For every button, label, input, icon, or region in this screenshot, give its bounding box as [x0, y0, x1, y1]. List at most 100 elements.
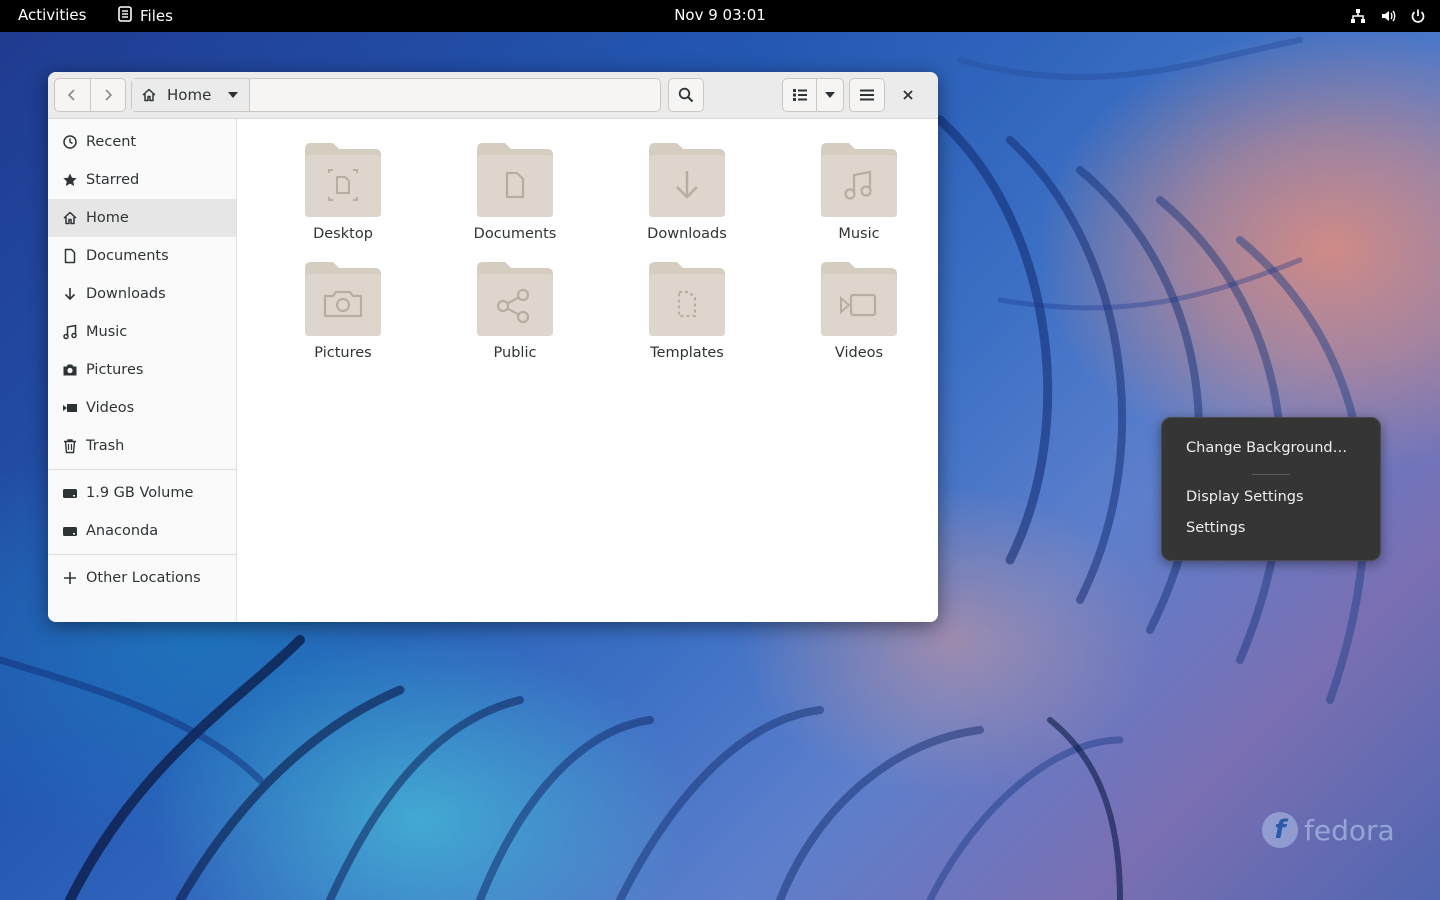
folder-item-pictures[interactable]: Pictures [257, 258, 429, 361]
folder-label: Public [493, 345, 537, 361]
places-sidebar: Recent Starred Home Documents Downloads … [48, 119, 237, 622]
caret-down-icon [228, 92, 238, 98]
documents-folder-icon [477, 143, 553, 217]
sidebar-item-other-locations[interactable]: Other Locations [48, 559, 236, 597]
sidebar-item-label: Recent [86, 134, 137, 150]
menu-item-display-settings[interactable]: Display Settings [1186, 489, 1304, 505]
network-icon[interactable] [1350, 8, 1366, 28]
sidebar-item-music[interactable]: Music [48, 313, 236, 351]
clock-icon [62, 134, 78, 150]
back-button[interactable] [55, 79, 90, 111]
close-icon [903, 90, 913, 100]
drive-icon [62, 485, 78, 501]
path-bar[interactable]: Home [131, 78, 661, 112]
chevron-left-icon [68, 89, 75, 101]
sidebar-item-anaconda[interactable]: Anaconda [48, 512, 236, 550]
star-icon [62, 172, 78, 188]
file-view[interactable]: Desktop Documents Downloads Music Pictur… [237, 119, 938, 622]
folder-label: Downloads [647, 226, 727, 242]
header-bar: Home [48, 72, 938, 119]
caret-down-icon [825, 92, 836, 98]
sidebar-item-downloads[interactable]: Downloads [48, 275, 236, 313]
fedora-logo: f fedora [1262, 812, 1395, 848]
downloads-folder-icon [649, 143, 725, 217]
folder-item-public[interactable]: Public [429, 258, 601, 361]
volume-icon[interactable] [1380, 8, 1396, 28]
list-view-icon [792, 89, 807, 101]
document-icon [62, 248, 78, 264]
menu-item-settings[interactable]: Settings [1186, 520, 1245, 536]
sidebar-separator [48, 469, 236, 470]
folder-grid: Desktop Documents Downloads Music Pictur… [257, 139, 938, 361]
sidebar-item-documents[interactable]: Documents [48, 237, 236, 275]
hamburger-menu-icon [860, 89, 874, 101]
sidebar-item-label: Starred [86, 172, 140, 188]
sidebar-item-label: Trash [86, 438, 125, 454]
home-icon [142, 88, 156, 102]
folder-item-videos[interactable]: Videos [773, 258, 938, 361]
sidebar-item-trash[interactable]: Trash [48, 427, 236, 465]
folder-item-desktop[interactable]: Desktop [257, 139, 429, 242]
view-toggle-group [782, 78, 844, 112]
music-folder-icon [821, 143, 897, 217]
fedora-infinity-icon: f [1262, 812, 1298, 848]
folder-label: Desktop [313, 226, 373, 242]
sidebar-item-label: 1.9 GB Volume [86, 485, 194, 501]
templates-folder-icon [649, 262, 725, 336]
folder-label: Music [838, 226, 880, 242]
folder-label: Pictures [314, 345, 372, 361]
search-button[interactable] [668, 78, 704, 112]
view-options-button[interactable] [817, 79, 843, 111]
download-icon [62, 286, 78, 302]
top-bar: Activities Files Nov 9 03:01 [0, 0, 1440, 32]
search-icon [678, 87, 694, 103]
clock[interactable]: Nov 9 03:01 [0, 6, 1440, 24]
path-crumb-label: Home [167, 86, 212, 104]
sidebar-item-label: Pictures [86, 362, 144, 378]
sidebar-item-starred[interactable]: Starred [48, 161, 236, 199]
folder-item-music[interactable]: Music [773, 139, 938, 242]
camera-icon [62, 362, 78, 378]
home-icon [62, 210, 78, 226]
desktop-context-menu: Change Background… Display Settings Sett… [1161, 417, 1381, 561]
sidebar-separator [48, 554, 236, 555]
folder-label: Templates [650, 345, 724, 361]
fedora-wordmark: fedora [1304, 813, 1395, 847]
chevron-right-icon [105, 89, 112, 101]
folder-item-documents[interactable]: Documents [429, 139, 601, 242]
folder-item-templates[interactable]: Templates [601, 258, 773, 361]
sidebar-item-recent[interactable]: Recent [48, 123, 236, 161]
sidebar-item-label: Videos [86, 400, 135, 416]
sidebar-item-home[interactable]: Home [48, 199, 236, 237]
folder-item-downloads[interactable]: Downloads [601, 139, 773, 242]
sidebar-item-label: Anaconda [86, 523, 159, 539]
video-icon [62, 400, 78, 416]
main-menu-button[interactable] [849, 78, 885, 112]
path-crumb-home[interactable]: Home [132, 79, 250, 111]
sidebar-item-volume[interactable]: 1.9 GB Volume [48, 474, 236, 512]
files-window: Home Recent Starred Home Documents Downl… [48, 72, 938, 622]
music-icon [62, 324, 78, 340]
menu-item-change-background[interactable]: Change Background… [1186, 440, 1347, 456]
menu-separator [1252, 474, 1290, 475]
forward-button[interactable] [89, 79, 126, 111]
sidebar-item-pictures[interactable]: Pictures [48, 351, 236, 389]
folder-label: Videos [834, 345, 884, 361]
sidebar-item-label: Home [86, 210, 129, 226]
public-folder-icon [477, 262, 553, 336]
sidebar-item-videos[interactable]: Videos [48, 389, 236, 427]
history-buttons [54, 78, 126, 112]
sidebar-item-label: Documents [86, 248, 169, 264]
sidebar-item-label: Music [86, 324, 128, 340]
pictures-folder-icon [305, 262, 381, 336]
power-icon[interactable] [1410, 8, 1426, 28]
plus-icon [62, 570, 78, 586]
videos-folder-icon [821, 262, 897, 336]
folder-label: Documents [473, 226, 557, 242]
system-tray[interactable] [1350, 8, 1426, 28]
sidebar-item-label: Downloads [86, 286, 166, 302]
sidebar-item-label: Other Locations [86, 570, 201, 586]
list-view-button[interactable] [783, 79, 818, 111]
drive-icon [62, 523, 78, 539]
close-window-button[interactable] [898, 85, 918, 105]
